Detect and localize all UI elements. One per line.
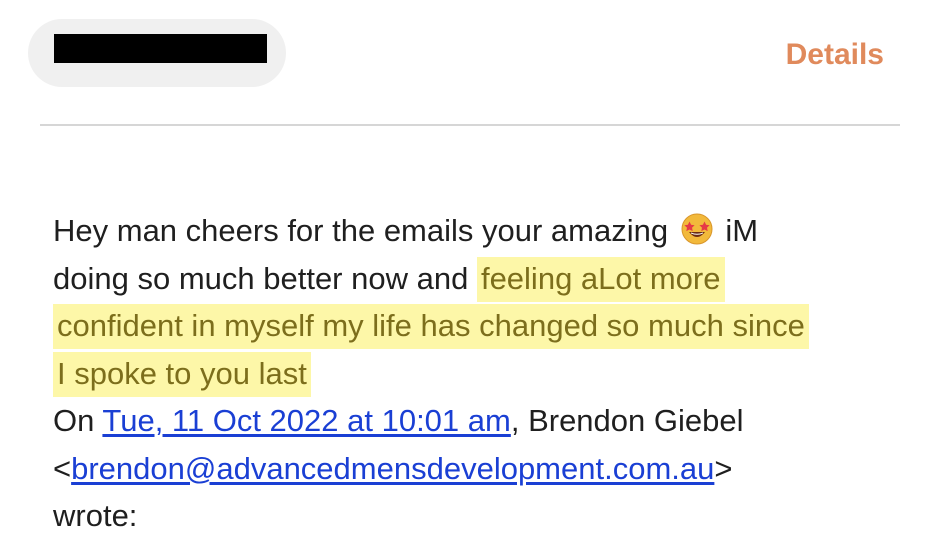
highlighted-text-3: I spoke to you last — [53, 351, 311, 397]
message-text-1: Hey man cheers for the emails your amazi… — [53, 213, 669, 248]
redaction-bar — [54, 34, 267, 63]
quote-wrote: wrote: — [53, 498, 138, 533]
quote-line-3: wrote: — [53, 492, 898, 540]
highlighted-text-1: feeling aLot more — [476, 256, 725, 302]
message-text-2: doing so much better now and — [53, 260, 469, 296]
star-struck-emoji-icon — [681, 213, 713, 245]
message-line-2: doing so much better now and feeling aLo… — [53, 255, 898, 303]
quote-line-2: <brendon@advancedmensdevelopment.com.au> — [53, 445, 898, 493]
quote-open-bracket: < — [53, 450, 72, 486]
message-text-1-tail: iM — [725, 213, 759, 248]
quote-email-link[interactable]: brendon@advancedmensdevelopment.com.au — [71, 451, 714, 486]
quote-close-bracket: > — [714, 450, 733, 486]
quote-date-link[interactable]: Tue, 11 Oct 2022 at 10:01 am — [102, 403, 510, 438]
sender-chip[interactable]: Mark Gleeson — [28, 19, 286, 87]
highlighted-text-2: confident in myself my life has changed … — [53, 304, 809, 349]
message-line-3: confident in myself my life has changed … — [53, 302, 898, 350]
quote-prefix: On — [53, 403, 95, 438]
message-line-1: Hey man cheers for the emails your amazi… — [53, 207, 898, 255]
quote-author: , Brendon Giebel — [510, 403, 744, 438]
quote-line-1: On Tue, 11 Oct 2022 at 10:01 am, Brendon… — [53, 397, 898, 445]
header-divider — [40, 124, 900, 126]
details-link[interactable]: Details — [786, 36, 884, 74]
message-body: Hey man cheers for the emails your amazi… — [53, 207, 898, 540]
message-line-4: I spoke to you last — [53, 350, 898, 398]
